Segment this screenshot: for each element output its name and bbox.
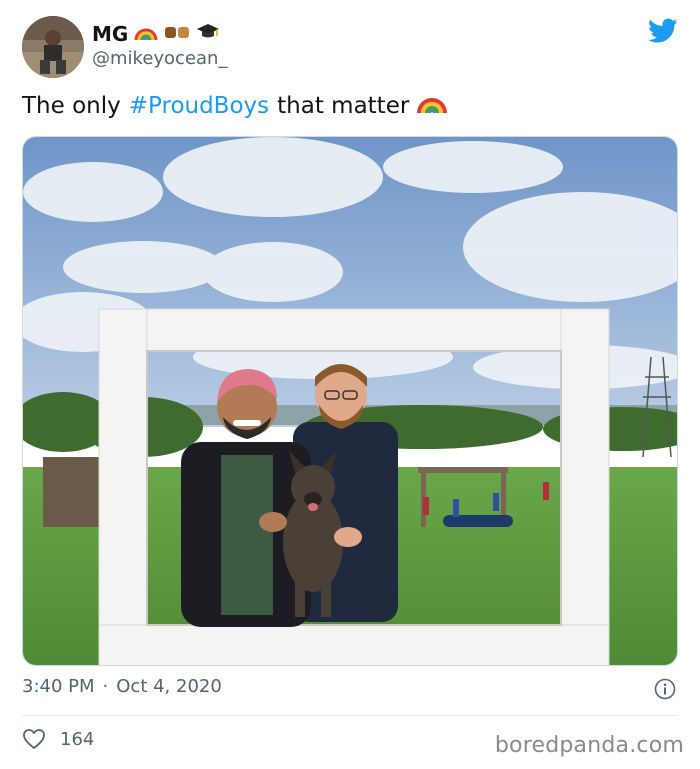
rainbow-icon (417, 92, 448, 120)
timestamp-separator: · (102, 676, 109, 697)
twitter-bird-icon[interactable] (648, 18, 678, 44)
author-name[interactable]: MG (92, 22, 128, 46)
info-icon[interactable] (654, 678, 676, 700)
author-name-row: MG (92, 22, 220, 46)
tweet-time: 3:40 PM (22, 676, 95, 697)
graduation-cap-icon (196, 22, 220, 46)
tweet-date: Oct 4, 2020 (116, 676, 222, 697)
like-count: 164 (60, 728, 95, 750)
divider (22, 715, 678, 716)
like-action[interactable]: 164 (22, 728, 94, 750)
heart-icon[interactable] (22, 728, 46, 750)
tweet-timestamp[interactable]: 3:40 PM · Oct 4, 2020 (22, 676, 222, 697)
tweet-photo[interactable] (22, 136, 678, 666)
tweet-text: The only #ProudBoys that matter (22, 92, 448, 120)
hashtag-link[interactable]: #ProudBoys (129, 93, 269, 119)
author-handle[interactable]: @mikeyocean_ (92, 48, 227, 69)
tweet-text-after: that matter (277, 93, 410, 119)
rainbow-icon (134, 23, 158, 45)
avatar[interactable] (22, 16, 84, 78)
tweet-text-before: The only (22, 93, 121, 119)
watermark: boredpanda.com (494, 733, 684, 758)
fist-bump-icon (164, 23, 190, 45)
